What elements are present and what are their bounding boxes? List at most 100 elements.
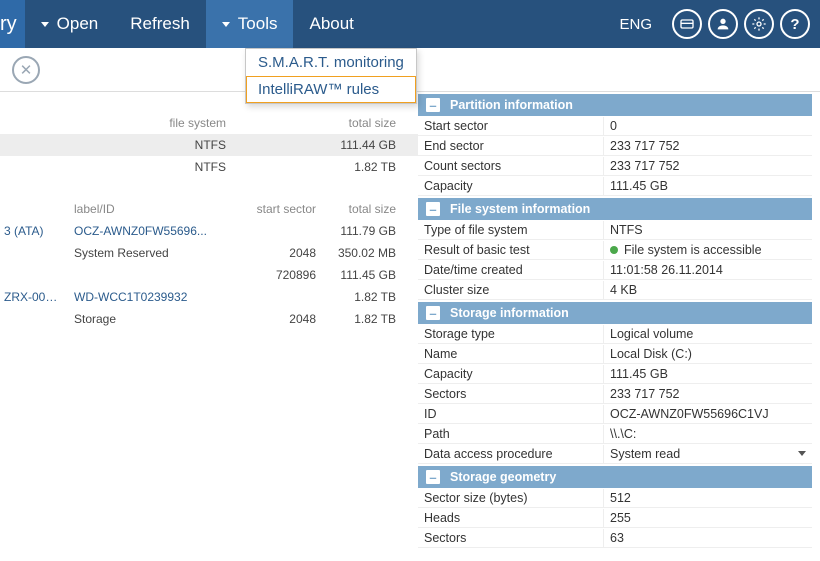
property-row: Storage typeLogical volume bbox=[418, 324, 812, 344]
property-value-text: 233 717 752 bbox=[610, 139, 680, 153]
property-key: Sectors bbox=[418, 529, 603, 547]
property-value-text: File system is accessible bbox=[624, 243, 762, 257]
close-button[interactable]: ✕ bbox=[12, 56, 40, 84]
collapse-icon: – bbox=[426, 306, 440, 320]
part-ts: 111.45 GB bbox=[320, 268, 410, 282]
property-value-text: NTFS bbox=[610, 223, 643, 237]
property-row: IDOCZ-AWNZ0FW55696C1VJ bbox=[418, 404, 812, 424]
dropdown-item-label: S.M.A.R.T. monitoring bbox=[258, 54, 404, 71]
property-value: 0 bbox=[603, 117, 812, 135]
property-key: Capacity bbox=[418, 177, 603, 195]
disk-port: ZRX-00DC... bbox=[0, 290, 70, 304]
volume-row[interactable]: NTFS 111.44 GB bbox=[0, 134, 418, 156]
tools-dropdown-smart[interactable]: S.M.A.R.T. monitoring bbox=[246, 49, 416, 76]
app-title-fragment: ry bbox=[0, 0, 25, 48]
partition-row[interactable]: 720896 111.45 GB bbox=[0, 264, 418, 286]
tools-dropdown-intelliraw[interactable]: IntelliRAW™ rules bbox=[246, 76, 416, 103]
user-icon bbox=[715, 16, 731, 32]
menu-open[interactable]: Open bbox=[25, 0, 115, 48]
col-label: label/ID bbox=[70, 202, 230, 216]
section-header[interactable]: –Storage geometry bbox=[418, 466, 812, 488]
col-totalsize: total size bbox=[320, 202, 410, 216]
disk-row[interactable]: ZRX-00DC... WD-WCC1T0239932 1.82 TB bbox=[0, 286, 418, 308]
section-title: Storage information bbox=[450, 306, 569, 320]
help-button[interactable]: ? bbox=[780, 9, 810, 39]
section-title: File system information bbox=[450, 202, 590, 216]
col-totalsize: total size bbox=[320, 116, 410, 130]
volume-size: 1.82 TB bbox=[320, 160, 410, 174]
gear-icon bbox=[751, 16, 767, 32]
view-mode-button[interactable] bbox=[672, 9, 702, 39]
status-ok-icon bbox=[610, 246, 618, 254]
property-key: Cluster size bbox=[418, 281, 603, 299]
property-value-text: Local Disk (C:) bbox=[610, 347, 692, 361]
chevron-down-icon bbox=[798, 451, 806, 456]
property-value-text: OCZ-AWNZ0FW55696C1VJ bbox=[610, 407, 769, 421]
disk-id: OCZ-AWNZ0FW55696... bbox=[70, 224, 230, 238]
partition-row[interactable]: System Reserved 2048 350.02 MB bbox=[0, 242, 418, 264]
partition-row[interactable]: Storage 2048 1.82 TB bbox=[0, 308, 418, 330]
property-value-text: Logical volume bbox=[610, 327, 693, 341]
property-value: 111.45 GB bbox=[603, 177, 812, 195]
property-value-text: 4 KB bbox=[610, 283, 637, 297]
property-key: Result of basic test bbox=[418, 241, 603, 259]
property-value: OCZ-AWNZ0FW55696C1VJ bbox=[603, 405, 812, 423]
property-value: 63 bbox=[603, 529, 812, 547]
property-value: Logical volume bbox=[603, 325, 812, 343]
property-value: NTFS bbox=[603, 221, 812, 239]
part-label: System Reserved bbox=[70, 246, 230, 260]
volume-fs: NTFS bbox=[70, 138, 230, 152]
section-header[interactable]: –Storage information bbox=[418, 302, 812, 324]
property-row: Result of basic test File system is acces… bbox=[418, 240, 812, 260]
section-header[interactable]: –File system information bbox=[418, 198, 812, 220]
section-header[interactable]: –Partition information bbox=[418, 94, 812, 116]
property-key: Start sector bbox=[418, 117, 603, 135]
property-key: Sector size (bytes) bbox=[418, 489, 603, 507]
card-icon bbox=[679, 16, 695, 32]
property-key: Name bbox=[418, 345, 603, 363]
collapse-icon: – bbox=[426, 98, 440, 112]
property-row: Name Local Disk (C:) bbox=[418, 344, 812, 364]
property-value-text: 63 bbox=[610, 531, 624, 545]
storage-tree: file system total size NTFS 111.44 GB NT… bbox=[0, 92, 418, 561]
property-key: Date/time created bbox=[418, 261, 603, 279]
property-key: End sector bbox=[418, 137, 603, 155]
property-value: 4 KB bbox=[603, 281, 812, 299]
property-row: Cluster size 4 KB bbox=[418, 280, 812, 300]
menu-tools[interactable]: Tools bbox=[206, 0, 294, 48]
property-value: 233 717 752 bbox=[603, 137, 812, 155]
property-row: Capacity111.45 GB bbox=[418, 176, 812, 196]
property-row: Heads255 bbox=[418, 508, 812, 528]
disks-header: label/ID start sector total size bbox=[0, 198, 418, 220]
dropdown-item-label: IntelliRAW™ rules bbox=[258, 81, 379, 98]
settings-button[interactable] bbox=[744, 9, 774, 39]
disk-row[interactable]: 3 (ATA) OCZ-AWNZ0FW55696... 111.79 GB bbox=[0, 220, 418, 242]
collapse-icon: – bbox=[426, 470, 440, 484]
part-label: Storage bbox=[70, 312, 230, 326]
property-row: Start sector 0 bbox=[418, 116, 812, 136]
property-key: Path bbox=[418, 425, 603, 443]
property-value: 512 bbox=[603, 489, 812, 507]
property-value-select[interactable]: System read bbox=[603, 445, 812, 463]
menu-refresh[interactable]: Refresh bbox=[114, 0, 206, 48]
language-label: ENG bbox=[619, 16, 652, 33]
property-value: \\.\C: bbox=[603, 425, 812, 443]
property-value-text: 0 bbox=[610, 119, 617, 133]
property-value-text: System read bbox=[610, 447, 680, 461]
section-title: Partition information bbox=[450, 98, 573, 112]
disk-ts: 1.82 TB bbox=[320, 290, 410, 304]
volume-size: 111.44 GB bbox=[320, 138, 410, 152]
property-row[interactable]: Data access procedureSystem read bbox=[418, 444, 812, 464]
menu-about[interactable]: About bbox=[293, 0, 369, 48]
menu-refresh-label: Refresh bbox=[130, 14, 190, 34]
language-selector[interactable]: ENG bbox=[619, 16, 652, 33]
volume-row[interactable]: NTFS 1.82 TB bbox=[0, 156, 418, 178]
account-button[interactable] bbox=[708, 9, 738, 39]
disk-port: 3 (ATA) bbox=[0, 224, 70, 238]
part-ts: 1.82 TB bbox=[320, 312, 410, 326]
property-value: File system is accessible bbox=[603, 241, 812, 259]
property-row: Sectors 63 bbox=[418, 528, 812, 548]
property-key: Type of file system bbox=[418, 221, 603, 239]
property-key: Capacity bbox=[418, 365, 603, 383]
volume-fs: NTFS bbox=[70, 160, 230, 174]
